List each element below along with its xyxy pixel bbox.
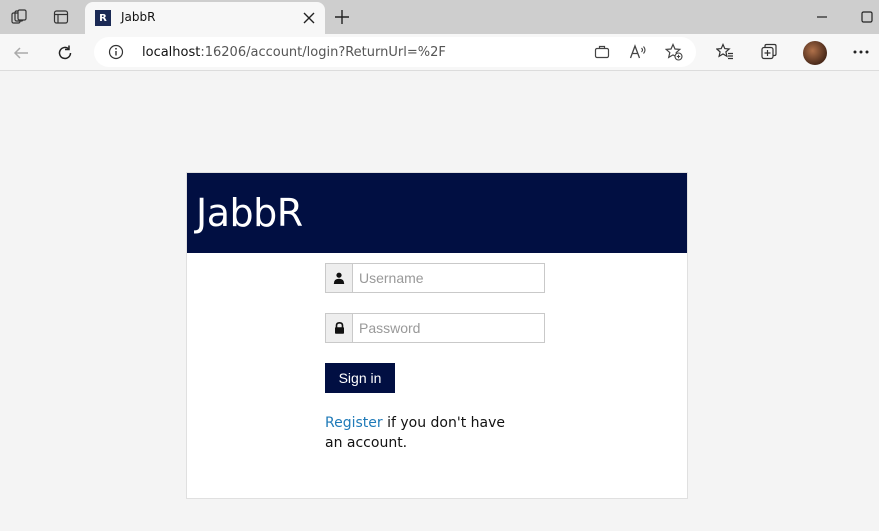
url-host: localhost — [142, 45, 201, 60]
url-text[interactable]: localhost:16206/account/login?ReturnUrl=… — [142, 45, 446, 60]
collections-icon[interactable] — [758, 41, 780, 63]
login-panel: JabbR Sign in Register if you don't have… — [186, 172, 688, 499]
password-field — [325, 313, 545, 343]
register-prompt: Register if you don't have an account. — [325, 413, 525, 453]
more-menu-icon[interactable] — [850, 41, 872, 63]
refresh-icon[interactable] — [52, 40, 78, 66]
back-arrow-icon[interactable] — [8, 40, 34, 66]
app-available-icon[interactable] — [592, 42, 612, 62]
brand-title: JabbR — [196, 191, 303, 235]
add-favorite-icon[interactable] — [664, 42, 684, 62]
username-input[interactable] — [352, 263, 545, 293]
register-link[interactable]: Register — [325, 415, 383, 431]
lock-icon — [325, 313, 352, 343]
tab-title: JabbR — [121, 10, 156, 24]
browser-tab[interactable]: R JabbR — [85, 2, 325, 34]
info-icon[interactable] — [108, 44, 124, 60]
jabbr-favicon-icon: R — [95, 10, 111, 26]
close-icon[interactable] — [299, 8, 319, 28]
profile-avatar[interactable] — [803, 41, 827, 65]
read-aloud-icon[interactable] — [628, 42, 648, 62]
plus-icon[interactable] — [331, 6, 353, 28]
url-path: :16206/account/login?ReturnUrl=%2F — [200, 45, 446, 60]
minimize-icon[interactable] — [811, 6, 833, 28]
address-bar[interactable]: localhost:16206/account/login?ReturnUrl=… — [94, 37, 696, 67]
tab-strip: R JabbR — [0, 0, 879, 34]
sign-in-button[interactable]: Sign in — [325, 363, 395, 393]
maximize-icon[interactable] — [856, 6, 878, 28]
favorites-icon[interactable] — [714, 41, 736, 63]
password-input[interactable] — [352, 313, 545, 343]
tab-actions-icon[interactable] — [50, 6, 72, 28]
user-icon — [325, 263, 352, 293]
browser-toolbar: localhost:16206/account/login?ReturnUrl=… — [0, 34, 879, 71]
username-field — [325, 263, 545, 293]
workspaces-icon[interactable] — [8, 6, 30, 28]
login-header: JabbR — [187, 173, 687, 253]
